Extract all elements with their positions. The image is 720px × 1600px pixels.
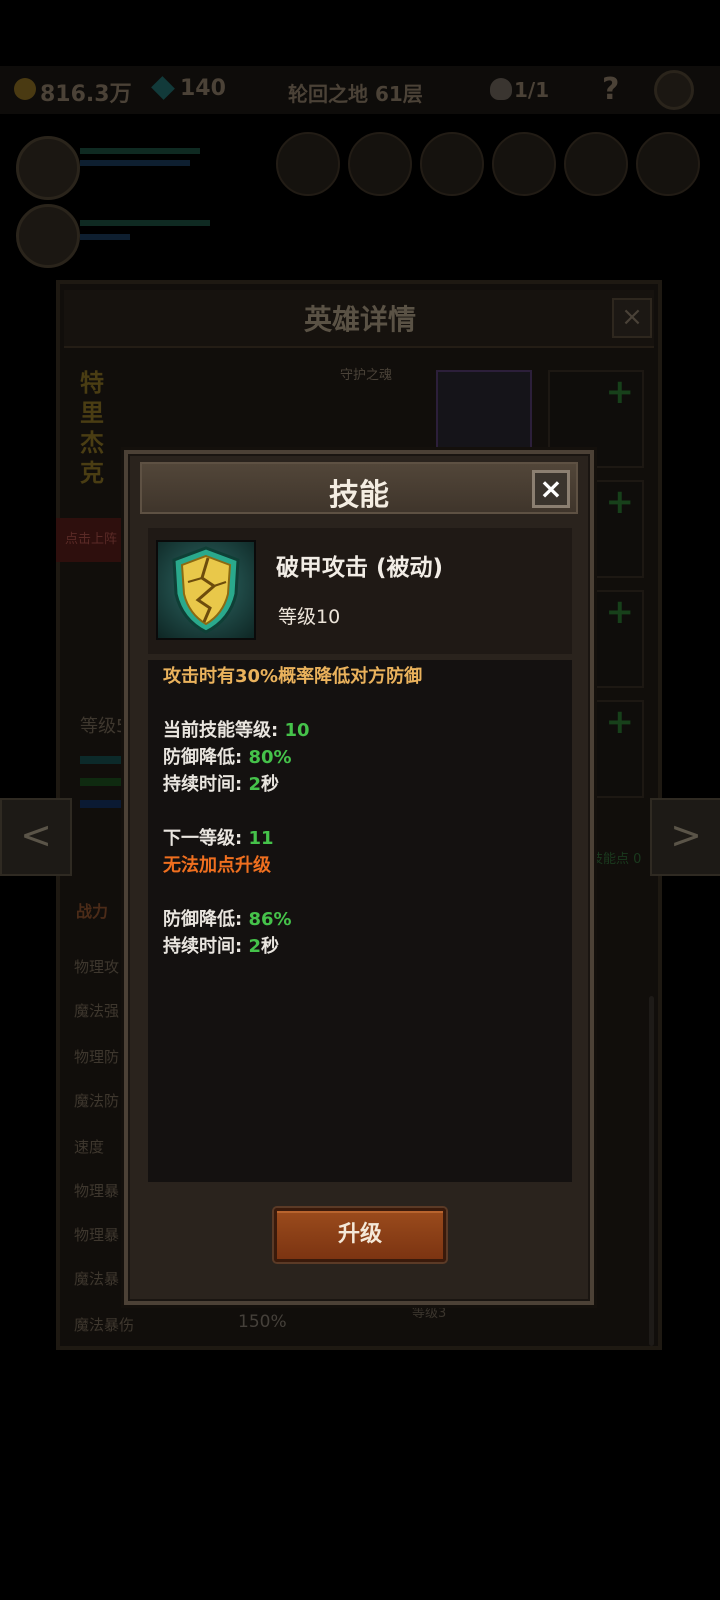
next-duration-value: 2: [248, 936, 261, 957]
upgrade-button[interactable]: 升级: [274, 1208, 446, 1262]
hero-name: 特里杰克: [80, 369, 104, 487]
deploy-button[interactable]: 点击上阵: [56, 518, 126, 562]
gold-amount: 816.3万: [40, 82, 132, 107]
next-level-line: 下一等级: 11: [163, 824, 274, 850]
hero-hp-bar-1: [80, 148, 200, 154]
skill-level: 等级10: [278, 606, 341, 628]
duration-value: 2: [248, 774, 261, 795]
duration-unit: 秒: [261, 774, 279, 795]
gold-coin-icon: [14, 78, 36, 100]
hero-hp-bar-2: [80, 220, 210, 226]
stat-label: 物理防: [74, 1048, 120, 1066]
cannot-upgrade-notice: 无法加点升级: [163, 855, 271, 876]
hero-level: 等级5: [80, 716, 128, 737]
stat-label: 物理暴: [74, 1182, 120, 1200]
gem-amount: 140: [180, 76, 226, 101]
cracked-shield-icon: [156, 540, 256, 640]
stat-label: 魔法暴: [74, 1270, 120, 1288]
next-duration-label: 持续时间:: [163, 936, 249, 957]
magic-crit-damage-value: 150%: [238, 1312, 287, 1332]
next-duration-unit: 秒: [261, 936, 279, 957]
skills-scrollbar[interactable]: [649, 996, 654, 1346]
next-level-value: 11: [248, 828, 274, 849]
stat-label: 物理暴: [74, 1226, 120, 1244]
equip-slot-6[interactable]: [636, 132, 700, 196]
close-button[interactable]: ×: [532, 470, 570, 508]
next-hero-arrow[interactable]: >: [650, 798, 720, 876]
help-button[interactable]: ?: [602, 72, 619, 107]
next-armor-reduce-label: 防御降低:: [163, 909, 249, 930]
hero-mp-bar-2: [80, 234, 130, 240]
current-level-value: 10: [284, 720, 310, 741]
duration-line: 持续时间: 2秒: [163, 770, 279, 796]
skill-points-label: 技能点 0: [590, 852, 642, 867]
stat-label: 物理攻: [74, 958, 120, 976]
settings-gear-icon[interactable]: [654, 70, 694, 110]
lives-count: 1/1: [514, 78, 550, 102]
hero-detail-close-button[interactable]: ×: [612, 298, 652, 338]
hero-mp-bar-1: [80, 160, 190, 166]
stat-label: 魔法强: [74, 1002, 120, 1020]
guard-soul-label: 守护之魂: [340, 368, 393, 383]
prev-hero-arrow[interactable]: <: [0, 798, 72, 876]
equip-slot-5[interactable]: [564, 132, 628, 196]
next-level-label: 下一等级:: [163, 828, 249, 849]
skill-dialog-title: 技能: [329, 478, 389, 513]
stats-header: 战力: [76, 902, 109, 921]
hero-avatar-1[interactable]: [16, 136, 80, 200]
equip-slot-2[interactable]: [348, 132, 412, 196]
stat-label: 魔法防: [74, 1092, 120, 1110]
stat-label: 魔法暴伤: [74, 1316, 135, 1334]
armor-reduce-label: 防御降低:: [163, 747, 249, 768]
current-level-label: 当前技能等级:: [163, 720, 285, 741]
skill-name: 破甲攻击 (被动): [276, 555, 444, 581]
stage-label: 轮回之地 61层: [288, 82, 423, 106]
next-armor-reduce-value: 86%: [248, 909, 292, 930]
current-level-line: 当前技能等级: 10: [163, 716, 310, 742]
duration-label: 持续时间:: [163, 774, 249, 795]
hero-avatar-2[interactable]: [16, 204, 80, 268]
next-armor-reduce-line: 防御降低: 86%: [163, 905, 292, 931]
stat-label: 速度: [74, 1138, 105, 1156]
skull-icon: [490, 78, 512, 100]
next-duration-line: 持续时间: 2秒: [163, 932, 279, 958]
equip-slot-1[interactable]: [276, 132, 340, 196]
cracked-shield-icon-graphic: [172, 546, 240, 634]
skill-description: 攻击时有30%概率降低对方防御: [163, 666, 423, 687]
armor-reduce-value: 80%: [248, 747, 292, 768]
equip-slot-3[interactable]: [420, 132, 484, 196]
helmet-icon[interactable]: [436, 370, 532, 454]
armor-reduce-line: 防御降低: 80%: [163, 743, 292, 769]
equip-slot-4[interactable]: [492, 132, 556, 196]
